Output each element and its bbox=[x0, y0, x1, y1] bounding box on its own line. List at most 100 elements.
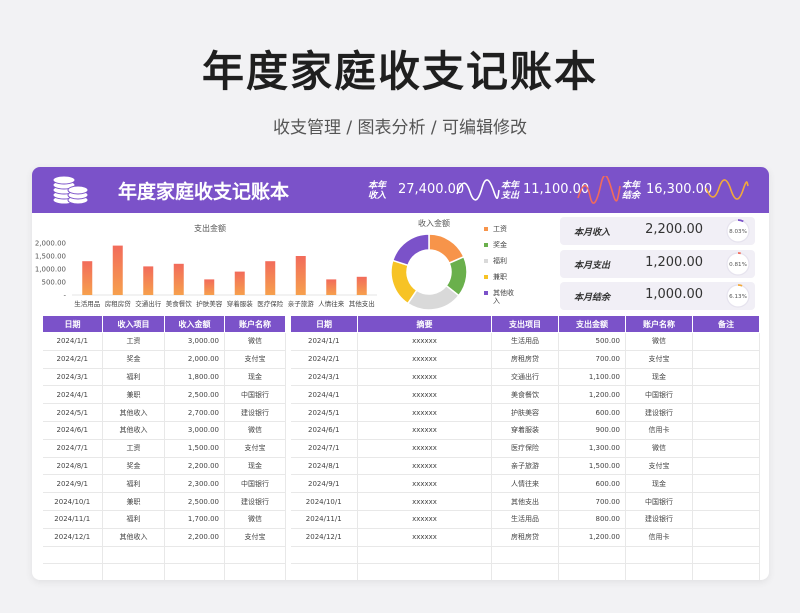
table-cell[interactable] bbox=[692, 403, 760, 422]
table-cell[interactable]: 1,500.00 bbox=[558, 457, 626, 476]
table-cell[interactable]: 2024/4/1 bbox=[290, 385, 358, 405]
table-cell[interactable] bbox=[224, 546, 286, 565]
table-cell[interactable]: 2024/1/1 bbox=[42, 332, 103, 351]
table-cell[interactable] bbox=[692, 563, 760, 580]
table-cell[interactable] bbox=[692, 332, 760, 351]
table-cell[interactable]: 生活用品 bbox=[491, 332, 559, 351]
table-cell[interactable]: 奖金 bbox=[102, 457, 165, 476]
table-cell[interactable]: 2,300.00 bbox=[164, 474, 225, 494]
table-cell[interactable] bbox=[491, 563, 559, 580]
table-cell[interactable]: 支付宝 bbox=[224, 439, 286, 458]
table-cell[interactable]: xxxxxx bbox=[357, 457, 492, 476]
table-cell[interactable]: 2024/8/1 bbox=[290, 457, 358, 476]
column-header[interactable]: 日期 bbox=[42, 315, 103, 333]
table-cell[interactable]: 中国银行 bbox=[224, 474, 286, 494]
table-cell[interactable]: 2,200.00 bbox=[164, 528, 225, 547]
table-cell[interactable]: 交通出行 bbox=[491, 368, 559, 387]
table-cell[interactable]: xxxxxx bbox=[357, 332, 492, 351]
table-cell[interactable]: 2,000.00 bbox=[164, 350, 225, 369]
table-cell[interactable]: 支付宝 bbox=[625, 350, 693, 369]
table-cell[interactable]: 兼职 bbox=[102, 492, 165, 511]
table-cell[interactable]: 建设银行 bbox=[224, 403, 286, 422]
table-cell[interactable]: 中国银行 bbox=[224, 385, 286, 405]
table-cell[interactable]: 2024/1/1 bbox=[290, 332, 358, 351]
table-cell[interactable]: 房租房贷 bbox=[491, 528, 559, 547]
table-cell[interactable]: 2024/6/1 bbox=[290, 421, 358, 440]
table-cell[interactable]: 2024/8/1 bbox=[42, 457, 103, 476]
table-cell[interactable]: 2024/11/1 bbox=[290, 510, 358, 529]
table-cell[interactable]: 亲子旅游 bbox=[491, 457, 559, 476]
table-cell[interactable] bbox=[558, 563, 626, 580]
table-cell[interactable]: 900.00 bbox=[558, 421, 626, 440]
table-cell[interactable]: 支付宝 bbox=[224, 528, 286, 547]
table-cell[interactable]: 房租房贷 bbox=[491, 350, 559, 369]
table-cell[interactable]: xxxxxx bbox=[357, 528, 492, 547]
table-cell[interactable]: 2024/7/1 bbox=[42, 439, 103, 458]
table-cell[interactable]: 工资 bbox=[102, 332, 165, 351]
table-cell[interactable]: 2024/6/1 bbox=[42, 421, 103, 440]
table-cell[interactable]: 1,500.00 bbox=[164, 439, 225, 458]
table-cell[interactable]: 现金 bbox=[224, 457, 286, 476]
table-cell[interactable] bbox=[692, 457, 760, 476]
table-cell[interactable]: xxxxxx bbox=[357, 350, 492, 369]
table-cell[interactable]: 生活用品 bbox=[491, 510, 559, 529]
table-cell[interactable] bbox=[625, 563, 693, 580]
table-cell[interactable]: 福利 bbox=[102, 510, 165, 529]
table-cell[interactable]: 其他支出 bbox=[491, 492, 559, 511]
table-cell[interactable]: xxxxxx bbox=[357, 510, 492, 529]
table-cell[interactable] bbox=[692, 528, 760, 547]
table-cell[interactable]: 人情往来 bbox=[491, 474, 559, 494]
table-cell[interactable]: 2024/4/1 bbox=[42, 385, 103, 405]
table-cell[interactable]: 美食餐饮 bbox=[491, 385, 559, 405]
table-cell[interactable]: 1,200.00 bbox=[558, 385, 626, 405]
table-cell[interactable]: 2024/9/1 bbox=[290, 474, 358, 494]
table-cell[interactable]: 工资 bbox=[102, 439, 165, 458]
table-cell[interactable]: 微信 bbox=[625, 439, 693, 458]
table-cell[interactable]: 2024/11/1 bbox=[42, 510, 103, 529]
table-cell[interactable]: 现金 bbox=[625, 368, 693, 387]
table-cell[interactable] bbox=[357, 563, 492, 580]
table-cell[interactable] bbox=[224, 563, 286, 580]
table-cell[interactable]: 2024/12/1 bbox=[42, 528, 103, 547]
table-cell[interactable]: 1,200.00 bbox=[558, 528, 626, 547]
table-cell[interactable]: 医疗保险 bbox=[491, 439, 559, 458]
table-cell[interactable]: 支付宝 bbox=[224, 350, 286, 369]
table-cell[interactable]: 2,500.00 bbox=[164, 385, 225, 405]
table-cell[interactable]: 其他收入 bbox=[102, 528, 165, 547]
table-cell[interactable]: 护肤美容 bbox=[491, 403, 559, 422]
table-cell[interactable]: 中国银行 bbox=[625, 492, 693, 511]
table-cell[interactable]: 1,800.00 bbox=[164, 368, 225, 387]
table-cell[interactable]: 现金 bbox=[224, 368, 286, 387]
table-cell[interactable] bbox=[558, 546, 626, 565]
table-cell[interactable]: 兼职 bbox=[102, 385, 165, 405]
table-cell[interactable] bbox=[357, 546, 492, 565]
table-cell[interactable]: 2024/10/1 bbox=[290, 492, 358, 511]
table-cell[interactable] bbox=[692, 474, 760, 494]
table-cell[interactable] bbox=[164, 563, 225, 580]
table-cell[interactable] bbox=[102, 546, 165, 565]
table-cell[interactable]: 600.00 bbox=[558, 403, 626, 422]
table-cell[interactable]: 3,000.00 bbox=[164, 421, 225, 440]
table-cell[interactable]: 中国银行 bbox=[625, 385, 693, 405]
table-cell[interactable]: 其他收入 bbox=[102, 403, 165, 422]
table-cell[interactable]: 福利 bbox=[102, 368, 165, 387]
table-cell[interactable]: 1,300.00 bbox=[558, 439, 626, 458]
table-cell[interactable] bbox=[164, 546, 225, 565]
table-cell[interactable]: 2,200.00 bbox=[164, 457, 225, 476]
table-cell[interactable]: 其他收入 bbox=[102, 421, 165, 440]
table-cell[interactable]: xxxxxx bbox=[357, 421, 492, 440]
table-cell[interactable]: xxxxxx bbox=[357, 385, 492, 405]
table-cell[interactable] bbox=[692, 421, 760, 440]
table-cell[interactable]: 支付宝 bbox=[625, 457, 693, 476]
table-cell[interactable]: xxxxxx bbox=[357, 439, 492, 458]
table-cell[interactable] bbox=[692, 439, 760, 458]
table-cell[interactable]: 2024/5/1 bbox=[290, 403, 358, 422]
table-cell[interactable]: xxxxxx bbox=[357, 474, 492, 494]
table-cell[interactable]: xxxxxx bbox=[357, 492, 492, 511]
table-cell[interactable]: 700.00 bbox=[558, 350, 626, 369]
table-cell[interactable]: 福利 bbox=[102, 474, 165, 494]
table-cell[interactable]: xxxxxx bbox=[357, 403, 492, 422]
column-header[interactable]: 支出金额 bbox=[558, 315, 626, 333]
table-cell[interactable]: 1,700.00 bbox=[164, 510, 225, 529]
table-cell[interactable]: 建设银行 bbox=[625, 510, 693, 529]
